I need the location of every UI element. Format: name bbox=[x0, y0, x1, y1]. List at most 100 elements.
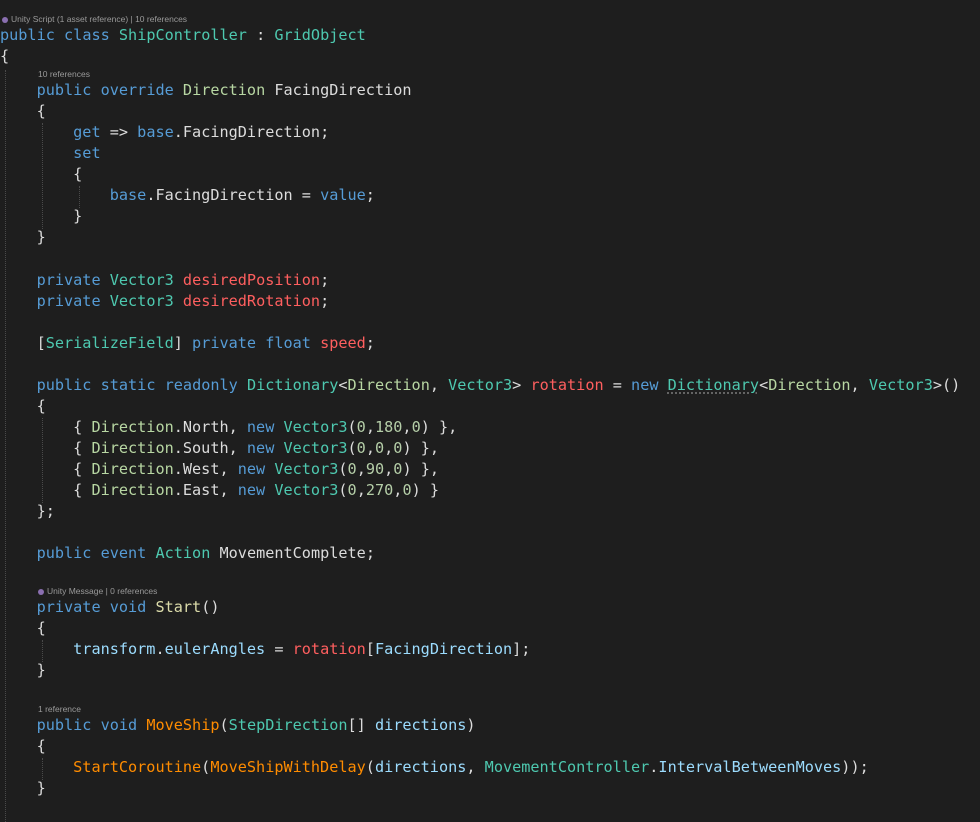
field-token: speed bbox=[320, 334, 366, 352]
unity-method-token: MoveShipWithDelay bbox=[210, 758, 366, 776]
keyword-token: new bbox=[246, 439, 275, 457]
code-line-field-desired-rotation: private Vector3 desiredRotation; bbox=[36, 292, 330, 310]
identifier-token: East bbox=[182, 481, 220, 499]
code-line-field-speed: [SerializeField] private float speed; bbox=[0, 334, 375, 352]
enum-type-token: Direction bbox=[91, 460, 174, 478]
field-token: desiredPosition bbox=[182, 271, 321, 289]
keyword-token: new bbox=[237, 481, 266, 499]
number-token: 0 bbox=[411, 418, 421, 436]
keyword-token: public bbox=[36, 376, 92, 394]
code-line-class-declaration: public class ShipController : GridObject bbox=[0, 26, 366, 44]
code-line-setter: set bbox=[0, 143, 101, 164]
number-token: 0 bbox=[347, 481, 357, 499]
identifier-token: eulerAngles bbox=[164, 640, 266, 658]
type-token: Dictionary bbox=[246, 376, 339, 394]
type-token: Vector3 bbox=[109, 292, 174, 310]
identifier-token: MovementComplete bbox=[219, 544, 366, 562]
codelens-moveship-references[interactable]: 1 reference bbox=[38, 703, 81, 715]
keyword-token: event bbox=[100, 544, 147, 562]
identifier-token: South bbox=[182, 439, 229, 457]
code-line-entry-west: { Direction.West, new Vector3(0,90,0) }, bbox=[0, 460, 440, 478]
number-token: 0 bbox=[356, 439, 366, 457]
identifier-token: directions bbox=[374, 758, 467, 776]
type-token: Vector3 bbox=[868, 376, 933, 394]
keyword-token: static bbox=[100, 376, 156, 394]
keyword-token: readonly bbox=[164, 376, 238, 394]
code-line-moveship-body: StartCoroutine(MoveShipWithDelay(directi… bbox=[73, 758, 869, 776]
keyword-token: base bbox=[137, 123, 174, 141]
enum-type-token: Direction bbox=[91, 418, 174, 436]
type-token: Vector3 bbox=[274, 481, 339, 499]
keyword-token: public bbox=[36, 716, 92, 734]
identifier-token: directions bbox=[374, 716, 467, 734]
keyword-token: void bbox=[109, 598, 147, 616]
type-token: Action bbox=[155, 544, 211, 562]
identifier-token: IntervalBetweenMoves bbox=[658, 758, 842, 776]
identifier-token: North bbox=[182, 418, 229, 436]
enum-type-token: Direction bbox=[91, 439, 174, 457]
enum-type-token: Direction bbox=[347, 376, 430, 394]
unity-icon bbox=[38, 588, 44, 595]
keyword-token: void bbox=[100, 716, 138, 734]
code-line-brace: } bbox=[0, 779, 46, 797]
number-token: 0 bbox=[402, 481, 412, 499]
type-token: MovementController bbox=[484, 758, 650, 776]
code-line-event-declaration: public event Action MovementComplete; bbox=[36, 544, 375, 562]
keyword-token: private bbox=[36, 271, 101, 289]
identifier-token: FacingDirection bbox=[182, 123, 321, 141]
field-token: rotation bbox=[530, 376, 604, 394]
code-line-brace: { bbox=[0, 165, 83, 183]
enum-type-token: Direction bbox=[182, 81, 266, 99]
type-token: Dictionary bbox=[667, 376, 760, 394]
code-line-entry-east: { Direction.East, new Vector3(0,270,0) } bbox=[0, 481, 440, 499]
type-token: Vector3 bbox=[283, 439, 348, 457]
keyword-token: new bbox=[237, 460, 266, 478]
method-token: Start bbox=[155, 598, 202, 616]
code-line-entry-north: { Direction.North, new Vector3(0,180,0) … bbox=[0, 418, 458, 436]
code-line-brace: } bbox=[0, 661, 46, 679]
code-line-field-desired-position: private Vector3 desiredPosition; bbox=[36, 271, 330, 289]
number-token: 270 bbox=[365, 481, 394, 499]
identifier-token: FacingDirection bbox=[274, 81, 412, 99]
keyword-token: public bbox=[0, 26, 55, 44]
identifier-token: FacingDirection bbox=[155, 186, 293, 204]
number-token: 0 bbox=[374, 439, 385, 457]
keyword-token: float bbox=[265, 334, 311, 352]
type-token: Vector3 bbox=[274, 460, 339, 478]
keyword-token: get bbox=[73, 123, 101, 141]
type-token: Vector3 bbox=[283, 418, 348, 436]
keyword-token: override bbox=[100, 81, 174, 99]
codelens-start[interactable]: Unity Message | 0 references bbox=[38, 585, 157, 597]
code-line-open-brace: { bbox=[0, 47, 10, 65]
unity-method-token: MoveShip bbox=[146, 716, 220, 734]
keyword-token: set bbox=[73, 144, 101, 162]
type-token: Vector3 bbox=[109, 271, 174, 289]
keyword-token: value bbox=[320, 186, 366, 204]
type-token: StepDirection bbox=[228, 716, 348, 734]
unity-method-token: StartCoroutine bbox=[73, 758, 202, 776]
number-token: 0 bbox=[393, 460, 403, 478]
codelens-property-references[interactable]: 10 references bbox=[38, 68, 90, 80]
code-line-property-declaration: public override Direction FacingDirectio… bbox=[0, 80, 412, 101]
code-line-brace: } bbox=[0, 228, 46, 246]
code-line-close-initializer: }; bbox=[0, 502, 55, 520]
keyword-token: public bbox=[36, 81, 92, 99]
field-token: desiredRotation bbox=[182, 292, 321, 310]
identifier-token: West bbox=[182, 460, 220, 478]
code-line-brace: { bbox=[0, 397, 46, 415]
keyword-token: private bbox=[36, 292, 101, 310]
unity-icon bbox=[2, 16, 8, 23]
code-line-rotation-dictionary: public static readonly Dictionary<Direct… bbox=[36, 376, 961, 394]
type-token: SerializeField bbox=[45, 334, 174, 352]
keyword-token: private bbox=[192, 334, 257, 352]
keyword-token: private bbox=[36, 598, 101, 616]
code-editor[interactable]: Unity Script (1 asset reference) | 10 re… bbox=[0, 0, 980, 822]
identifier-token: transform bbox=[73, 640, 156, 658]
enum-type-token: Direction bbox=[768, 376, 851, 394]
type-token: ShipController bbox=[118, 26, 247, 44]
codelens-class[interactable]: Unity Script (1 asset reference) | 10 re… bbox=[2, 13, 187, 25]
number-token: 0 bbox=[347, 460, 357, 478]
enum-type-token: Direction bbox=[91, 481, 174, 499]
identifier-token: FacingDirection bbox=[374, 640, 513, 658]
number-token: 90 bbox=[365, 460, 385, 478]
